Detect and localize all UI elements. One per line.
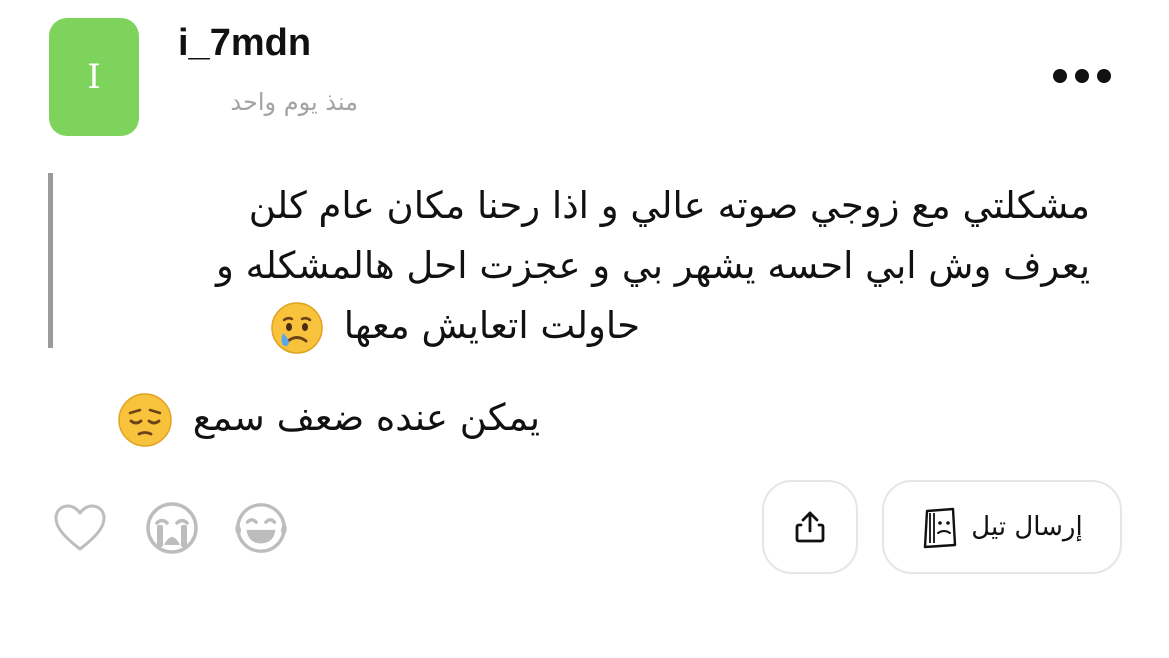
quote-line-3: حاولت اتعايش معها	[343, 304, 640, 347]
avatar-initial: I	[87, 57, 101, 97]
avatar[interactable]: I	[49, 18, 139, 136]
quote-line-3-container: حاولت اتعايش معها	[80, 296, 1090, 356]
share-icon	[795, 511, 825, 543]
pensive-face-emoji	[117, 392, 173, 448]
quote-bar	[48, 173, 53, 348]
laughing-face-icon	[235, 503, 287, 553]
send-tell-label: إرسال تيل	[971, 512, 1083, 542]
send-tell-button[interactable]: إرسال تيل	[882, 480, 1122, 574]
more-options-button[interactable]	[1042, 58, 1122, 94]
more-horizontal-icon-dot	[1075, 69, 1089, 83]
comment-text: يمكن عنده ضعف سمع	[192, 396, 540, 439]
tell-bag-icon	[924, 507, 957, 549]
quote-line-1: مشكلتي مع زوجي صوته عالي و اذا رحنا مكان…	[248, 184, 1090, 227]
more-horizontal-icon-dot	[1097, 69, 1111, 83]
sobbing-face-icon	[146, 502, 198, 554]
share-button[interactable]	[762, 480, 858, 574]
crying-face-emoji	[270, 301, 324, 355]
laugh-reaction-button[interactable]	[233, 500, 289, 556]
heart-icon	[54, 504, 106, 551]
like-button[interactable]	[52, 500, 108, 556]
sob-reaction-button[interactable]	[144, 500, 200, 556]
comment: يمكن عنده ضعف سمع	[40, 388, 540, 448]
quote-line-2: يعرف وش ابي احسه يشهر بي و عجزت احل هالم…	[216, 244, 1090, 287]
username[interactable]: i_7mdn	[178, 20, 311, 66]
quoted-message: مشكلتي مع زوجي صوته عالي و اذا رحنا مكان…	[80, 176, 1090, 356]
post-timestamp: منذ يوم واحد	[230, 88, 358, 116]
more-horizontal-icon	[1053, 69, 1067, 83]
